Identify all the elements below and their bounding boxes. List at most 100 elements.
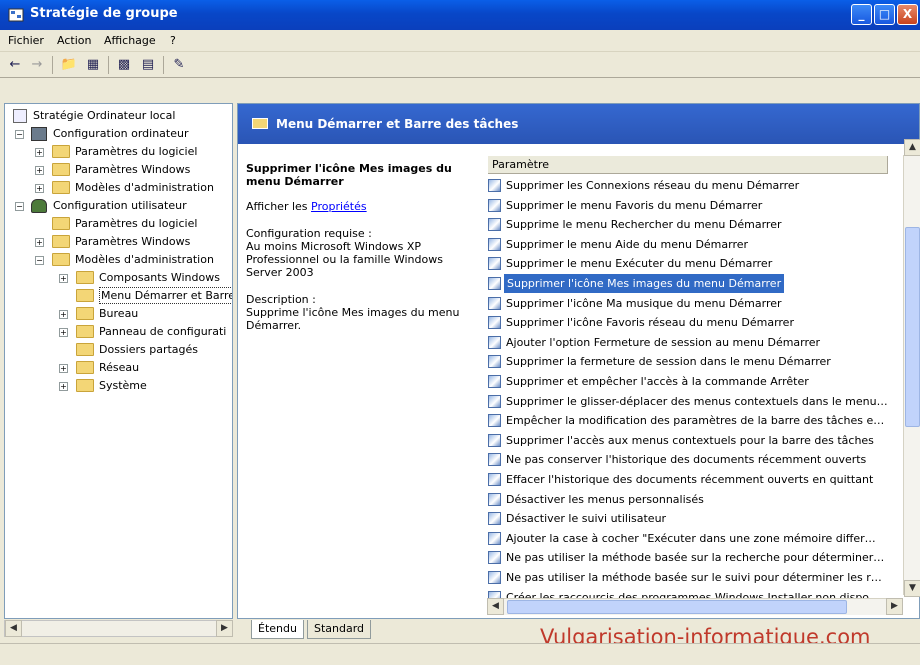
folder-icon bbox=[52, 163, 70, 176]
policy-setting-icon bbox=[488, 198, 501, 212]
setting-row[interactable]: Empêcher la modification des paramètres … bbox=[488, 411, 888, 431]
setting-row[interactable]: Supprimer l'icône Ma musique du menu Dém… bbox=[488, 294, 888, 314]
setting-label: Supprimer l'icône Favoris réseau du menu… bbox=[506, 316, 794, 330]
setting-row[interactable]: Supprimer le menu Aide du menu Démarrer bbox=[488, 235, 888, 255]
menu-action[interactable]: Action bbox=[57, 34, 91, 47]
setting-row[interactable]: Effacer l'historique des documents récem… bbox=[488, 470, 888, 490]
setting-row[interactable]: Supprimer la fermeture de session dans l… bbox=[488, 352, 888, 372]
setting-row[interactable]: Supprimer l'icône Mes images du menu Dém… bbox=[488, 274, 888, 294]
setting-row[interactable]: Ne pas conserver l'historique des docume… bbox=[488, 450, 888, 470]
menu-fichier[interactable]: Fichier bbox=[8, 34, 44, 47]
setting-label: Effacer l'historique des documents récem… bbox=[506, 473, 874, 486]
setting-label: Supprimer la fermeture de session dans l… bbox=[506, 355, 831, 369]
expand-icon[interactable]: + bbox=[59, 310, 68, 319]
policy-setting-icon bbox=[488, 179, 501, 192]
setting-label: Ajouter l'option Fermeture de session au… bbox=[506, 335, 821, 349]
scroll-thumb[interactable] bbox=[507, 600, 847, 614]
expand-icon[interactable]: + bbox=[35, 238, 44, 247]
folder-icon bbox=[76, 343, 94, 356]
setting-row[interactable]: Ne pas utiliser la méthode basée sur le … bbox=[488, 568, 888, 588]
folder-icon bbox=[52, 181, 70, 194]
setting-label: Supprimer l'icône Mes images du menu Dém… bbox=[504, 274, 785, 293]
collapse-icon[interactable]: − bbox=[35, 256, 44, 265]
list-vertical-scrollbar[interactable]: ▲ ▼ bbox=[903, 139, 920, 597]
scroll-right-icon[interactable]: ▶ bbox=[216, 620, 233, 637]
scroll-down-icon[interactable]: ▼ bbox=[904, 580, 920, 597]
setting-row[interactable]: Ajouter la case à cocher "Exécuter dans … bbox=[488, 529, 888, 549]
arrow-right-icon[interactable]: → bbox=[26, 55, 48, 75]
console-tree: Stratégie Ordinateur local − Configurati… bbox=[4, 103, 233, 619]
setting-label: Ne pas utiliser la méthode basée sur le … bbox=[506, 571, 882, 584]
tree-horizontal-scrollbar[interactable]: ◀ ▶ bbox=[4, 620, 233, 637]
folder-icon bbox=[252, 118, 268, 129]
folder-icon bbox=[76, 271, 94, 284]
group-policy-window: Stratégie de groupe _ □ X Fichier Action… bbox=[0, 0, 920, 665]
expand-icon[interactable]: + bbox=[59, 382, 68, 391]
expand-icon[interactable]: + bbox=[35, 184, 44, 193]
menu-help[interactable]: ? bbox=[170, 34, 176, 47]
setting-row[interactable]: Ajouter l'option Fermeture de session au… bbox=[488, 333, 888, 353]
folder-open-icon bbox=[52, 253, 70, 266]
scroll-right-icon[interactable]: ▶ bbox=[886, 598, 903, 615]
details-header: Menu Démarrer et Barre des tâches bbox=[238, 104, 919, 144]
scroll-left-icon[interactable]: ◀ bbox=[5, 620, 22, 637]
policy-icon bbox=[13, 109, 27, 123]
expand-icon[interactable]: + bbox=[59, 274, 68, 283]
expand-icon[interactable]: + bbox=[35, 166, 44, 175]
scroll-left-icon[interactable]: ◀ bbox=[487, 598, 504, 615]
properties-link[interactable]: Propriétés bbox=[311, 200, 367, 213]
export-list-icon[interactable]: ▤ bbox=[137, 55, 159, 75]
up-folder-icon[interactable]: 📁 bbox=[58, 55, 80, 75]
close-button[interactable]: X bbox=[897, 4, 918, 25]
scroll-thumb[interactable] bbox=[905, 227, 920, 427]
setting-row[interactable]: Supprimer le menu Favoris du menu Démarr… bbox=[488, 196, 888, 216]
setting-label: Supprimer le menu Aide du menu Démarrer bbox=[506, 237, 749, 251]
setting-label: Empêcher la modification des paramètres … bbox=[506, 414, 885, 428]
maximize-button[interactable]: □ bbox=[874, 4, 895, 25]
setting-row[interactable]: Supprimer l'accès aux menus contextuels … bbox=[488, 431, 888, 451]
folder-open-icon bbox=[76, 289, 94, 302]
properties-icon[interactable]: ▩ bbox=[113, 55, 135, 75]
setting-row[interactable]: Supprimer et empêcher l'accès à la comma… bbox=[488, 372, 888, 392]
tab-standard[interactable]: Standard bbox=[307, 620, 372, 639]
tab-etendu[interactable]: Étendu bbox=[251, 620, 304, 639]
menu-affichage[interactable]: Affichage bbox=[104, 34, 156, 47]
list-horizontal-scrollbar[interactable]: ◀ ▶ bbox=[487, 598, 903, 615]
requirements-label: Configuration requise : bbox=[246, 227, 372, 240]
expand-icon[interactable]: + bbox=[59, 364, 68, 373]
requirements-text: Au moins Microsoft Windows XP Profession… bbox=[246, 240, 443, 279]
setting-row[interactable]: Supprimer le menu Exécuter du menu Démar… bbox=[488, 254, 888, 274]
setting-label: Supprimer le menu Exécuter du menu Démar… bbox=[506, 257, 773, 271]
column-header-parametre[interactable]: Paramètre bbox=[488, 156, 888, 174]
setting-row[interactable]: Supprime le menu Rechercher du menu Déma… bbox=[488, 215, 888, 235]
collapse-icon[interactable]: − bbox=[15, 202, 24, 211]
expand-icon[interactable]: + bbox=[35, 148, 44, 157]
policy-setting-icon bbox=[488, 453, 501, 467]
arrow-left-icon[interactable]: ← bbox=[4, 55, 26, 75]
policy-setting-icon bbox=[488, 512, 501, 526]
setting-row[interactable]: Ne pas utiliser la méthode basée sur la … bbox=[488, 548, 888, 568]
collapse-icon[interactable]: − bbox=[15, 130, 24, 139]
expand-icon[interactable]: + bbox=[59, 328, 68, 337]
setting-row[interactable]: Supprimer les Connexions réseau du menu … bbox=[488, 176, 888, 196]
help-icon[interactable]: ✎ bbox=[168, 55, 190, 75]
setting-label: Supprime le menu Rechercher du menu Déma… bbox=[506, 218, 782, 232]
setting-row[interactable]: Désactiver le suivi utilisateur bbox=[488, 509, 888, 529]
setting-row[interactable]: Supprimer le glisser-déplacer des menus … bbox=[488, 392, 888, 412]
title-bar[interactable]: Stratégie de groupe _ □ X bbox=[0, 0, 920, 30]
policy-setting-icon bbox=[488, 551, 501, 565]
setting-row[interactable]: Désactiver les menus personnalisés bbox=[488, 490, 888, 510]
details-pane: Menu Démarrer et Barre des tâches Suppri… bbox=[237, 103, 920, 619]
setting-label: Ajouter la case à cocher "Exécuter dans … bbox=[506, 531, 876, 545]
scroll-up-icon[interactable]: ▲ bbox=[904, 139, 920, 156]
setting-label: Supprimer l'icône Ma musique du menu Dém… bbox=[506, 296, 782, 310]
show-tree-icon[interactable]: ▦ bbox=[82, 55, 104, 75]
group-policy-icon bbox=[8, 8, 24, 22]
policy-setting-icon bbox=[488, 375, 501, 388]
toolbar: ← → 📁 ▦ ▩ ▤ ✎ bbox=[0, 52, 920, 78]
status-bar bbox=[0, 643, 920, 665]
minimize-button[interactable]: _ bbox=[851, 4, 872, 25]
setting-row[interactable]: Supprimer l'icône Favoris réseau du menu… bbox=[488, 313, 888, 333]
policy-setting-icon bbox=[488, 531, 501, 545]
policy-setting-icon bbox=[488, 257, 501, 271]
